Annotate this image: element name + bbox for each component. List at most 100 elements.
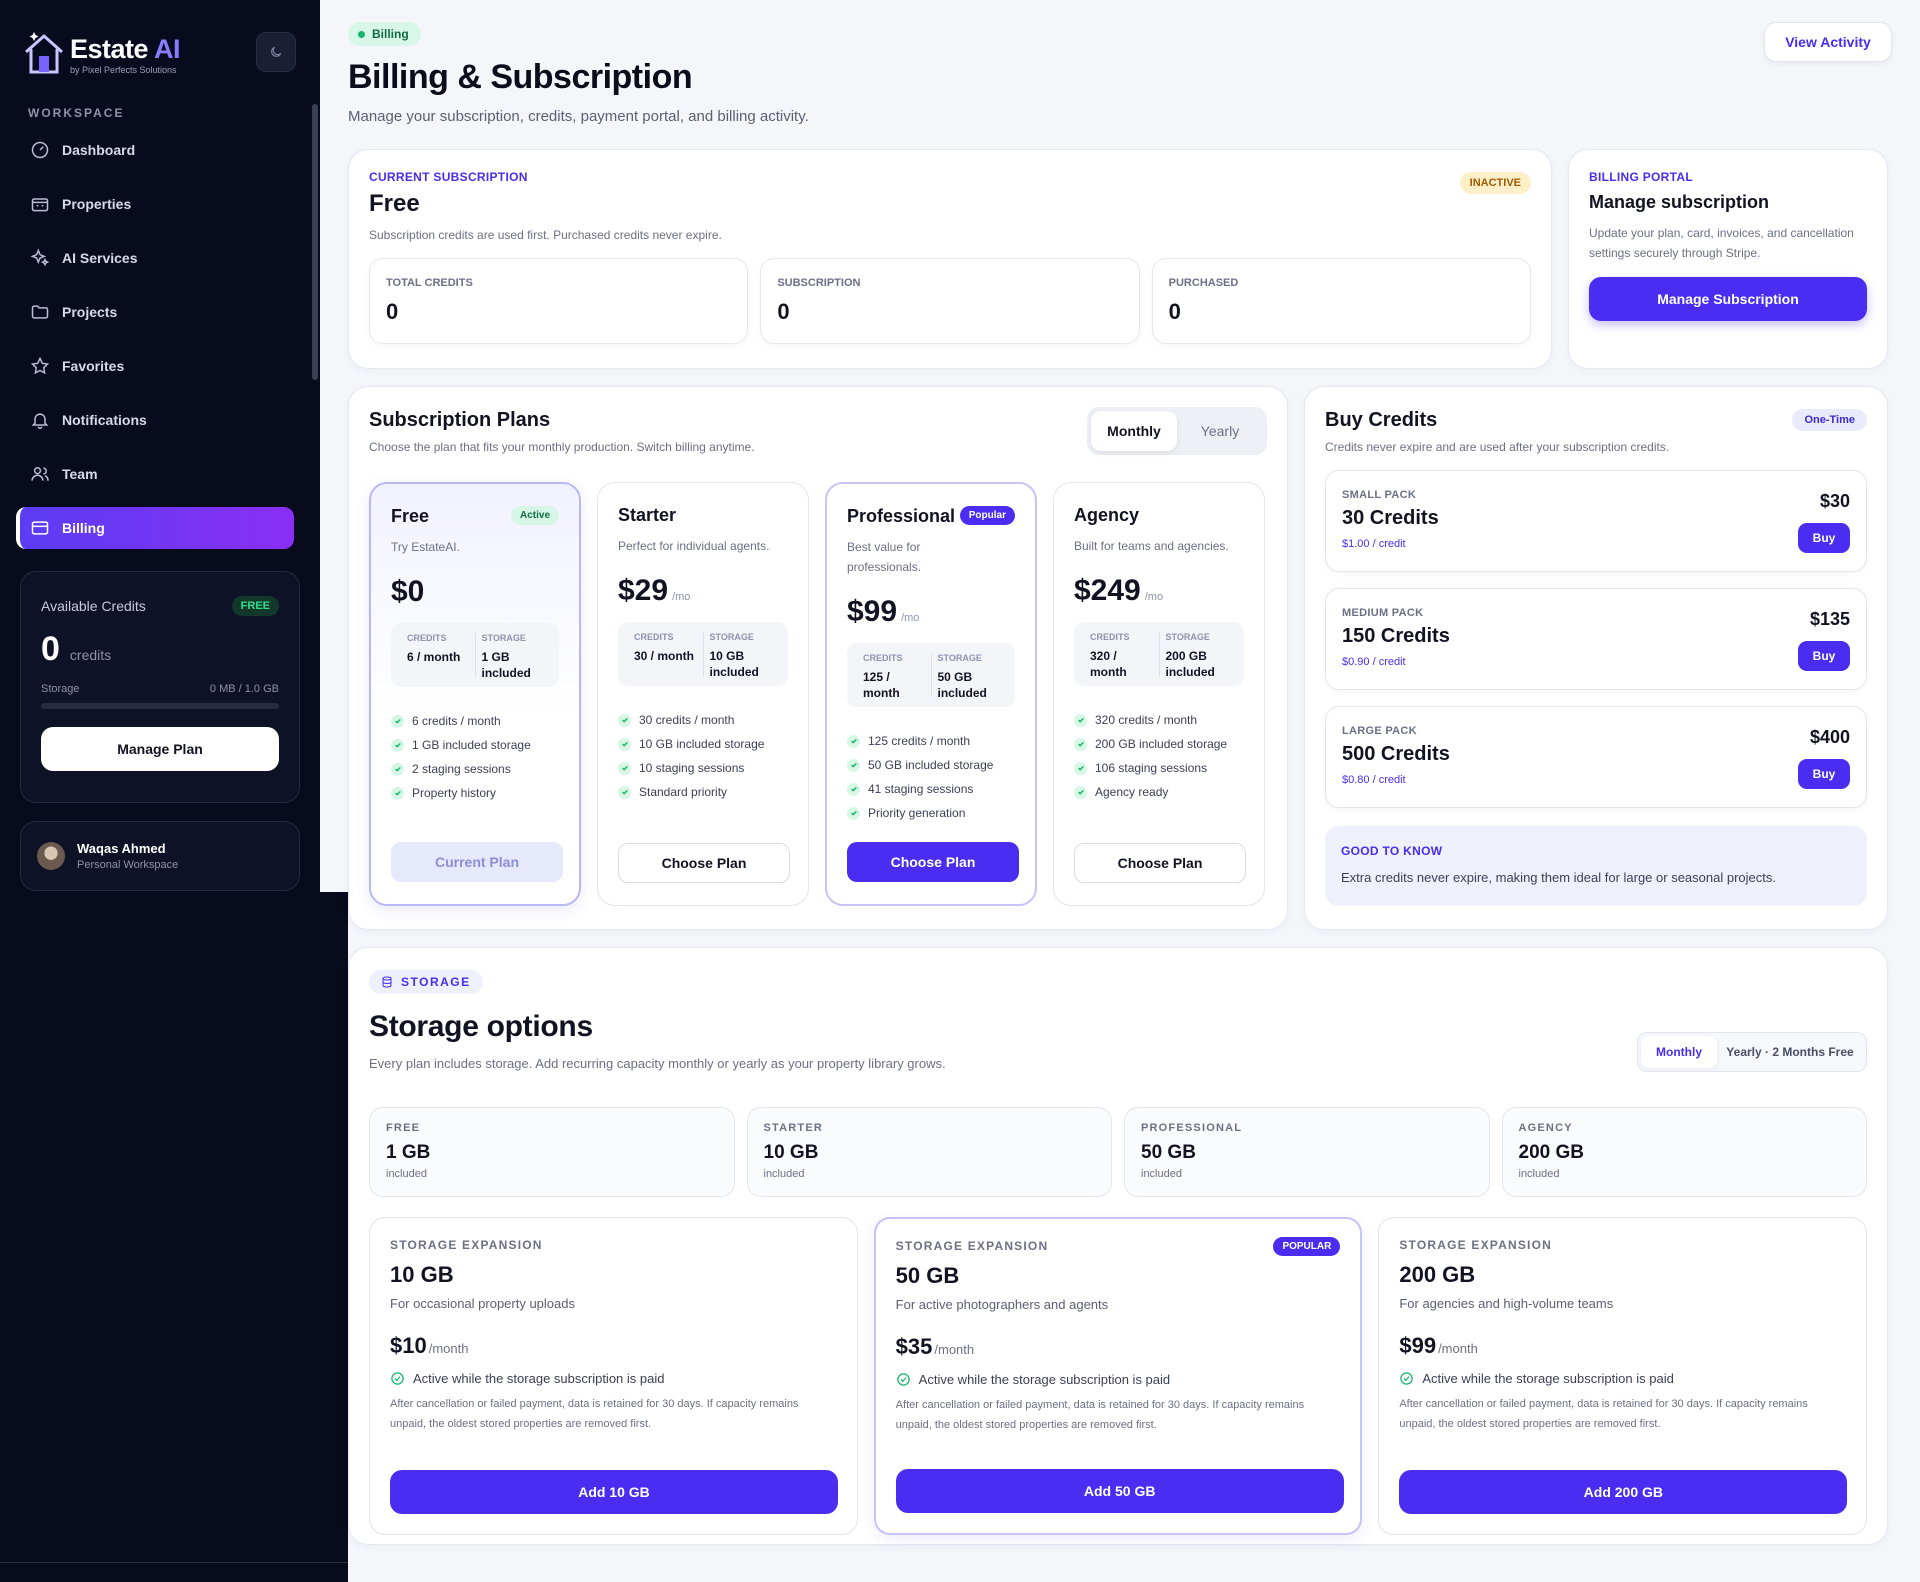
plan-period: /mo (901, 612, 920, 624)
storage-tier-free: FREE 1 GB included (369, 1107, 735, 1197)
pack-label: MEDIUM PACK (1342, 607, 1424, 619)
sidebar-item-label: Projects (62, 304, 118, 320)
nav-clip (0, 551, 320, 556)
check-icon (391, 738, 404, 752)
manage-subscription-button[interactable]: Manage Subscription (1589, 277, 1867, 321)
folder-icon (30, 302, 50, 322)
plan-storage: 50 GB included (937, 670, 987, 700)
current-plan-button[interactable]: Current Plan (391, 842, 563, 882)
add-storage-button[interactable]: Add 10 GB (390, 1470, 838, 1514)
buy-credits-card: Buy Credits One-Time Credits never expir… (1304, 386, 1888, 930)
user-name: Waqas Ahmed (77, 841, 166, 856)
bell-icon (30, 410, 50, 430)
plan-features: 125 credits / month 50 GB included stora… (847, 729, 1015, 825)
add-storage-button[interactable]: Add 50 GB (895, 1469, 1344, 1513)
stat-total-credits: TOTAL CREDITS 0 (369, 258, 749, 344)
sidebar-item-billing[interactable]: Billing (16, 507, 294, 549)
sidebar-item-properties[interactable]: Properties (16, 183, 294, 225)
choose-plan-button[interactable]: Choose Plan (1074, 843, 1246, 883)
toggle-monthly[interactable]: Monthly (1091, 411, 1177, 451)
storage-label: Storage (41, 683, 80, 695)
plan-card-starter: Starter Perfect for individual agents. $… (597, 482, 809, 906)
avatar (37, 842, 65, 870)
plan-storage: 10 GB included (709, 649, 759, 679)
feature-text: 125 credits / month (868, 734, 971, 748)
expansion-price: $35 (895, 1334, 933, 1359)
tier-value: 200 GB (1518, 1142, 1584, 1163)
buy-button[interactable]: Buy (1798, 641, 1850, 671)
buy-credits-title: Buy Credits (1325, 409, 1438, 431)
storage-progress-bar (41, 703, 279, 709)
check-icon (618, 785, 631, 799)
sidebar-scrollbar[interactable] (312, 104, 318, 380)
list-item: 41 staging sessions (847, 777, 1015, 801)
page-title: Billing & Subscription (348, 58, 693, 96)
popular-badge: POPULAR (1273, 1237, 1341, 1256)
stat-value: 0 (386, 299, 399, 324)
sidebar-item-label: Billing (62, 520, 105, 536)
storage-toggle-monthly[interactable]: Monthly (1641, 1036, 1717, 1068)
sidebar-item-projects[interactable]: Projects (16, 291, 294, 333)
sidebar-item-team[interactable]: Team (16, 453, 294, 495)
list-item: Agency ready (1074, 780, 1244, 804)
tier-sub: included (386, 1168, 427, 1180)
theme-toggle-button[interactable] (256, 32, 296, 72)
plan-credits: 30 / month (634, 649, 695, 663)
tier-label: AGENCY (1518, 1122, 1573, 1134)
stat-label: TOTAL CREDITS (386, 277, 473, 289)
feature-text: 2 staging sessions (412, 762, 511, 776)
tier-value: 1 GB (386, 1142, 431, 1163)
add-storage-button[interactable]: Add 200 GB (1399, 1470, 1848, 1514)
sidebar-item-ai-services[interactable]: AI Services (16, 237, 294, 279)
plan-summary: CREDITS 320 / month STORAGE 200 GB include… (1074, 622, 1244, 686)
sidebar-item-favorites[interactable]: Favorites (16, 345, 294, 387)
tier-value: 50 GB (1141, 1142, 1196, 1163)
sidebar-item-label: AI Services (62, 250, 138, 266)
sidebar-item-notifications[interactable]: Notifications (16, 399, 294, 441)
buy-button[interactable]: Buy (1798, 523, 1850, 553)
pack-per-credit: $1.00 / credit (1342, 538, 1406, 550)
buy-button[interactable]: Buy (1798, 759, 1850, 789)
feature-text: 6 credits / month (412, 714, 501, 728)
billing-pill-label: Billing (372, 27, 409, 41)
expansion-size: 200 GB (1399, 1262, 1476, 1287)
view-activity-button[interactable]: View Activity (1764, 22, 1892, 62)
check-icon (1074, 785, 1087, 799)
user-profile-card[interactable]: Waqas Ahmed Personal Workspace (20, 821, 300, 891)
subscription-plans-card: Subscription Plans Choose the plan that … (348, 386, 1288, 930)
feature-text: 1 GB included storage (412, 738, 531, 752)
list-item: 50 GB included storage (847, 753, 1015, 777)
stat-label: SUBSCRIPTION (777, 277, 861, 289)
users-icon (30, 464, 50, 484)
active-note-text: Active while the storage subscription is… (413, 1371, 665, 1386)
feature-text: 320 credits / month (1095, 713, 1198, 727)
current-subscription-eyebrow: CURRENT SUBSCRIPTION (369, 170, 528, 184)
feature-text: 200 GB included storage (1095, 737, 1228, 751)
credit-pack-medium: MEDIUM PACK 150 Credits $0.90 / credit $… (1325, 588, 1867, 690)
billing-period-toggle: Monthly Yearly (1087, 407, 1267, 455)
good-to-know-title: GOOD TO KNOW (1341, 844, 1443, 858)
choose-plan-button[interactable]: Choose Plan (847, 842, 1019, 882)
toggle-yearly[interactable]: Yearly (1177, 411, 1263, 451)
credits-unit: credits (69, 647, 112, 663)
brand-logo[interactable]: Estate AI by Pixel Perfects Solutions (22, 28, 181, 76)
expansion-desc: For agencies and high-volume teams (1399, 1296, 1614, 1311)
sidebar-nav: Dashboard Properties AI Services Project… (16, 129, 294, 561)
plan-credits: 125 / month (863, 670, 900, 700)
feature-text: Property history (412, 786, 497, 800)
list-item: Priority generation (847, 801, 1015, 825)
tier-sub: included (1518, 1168, 1560, 1180)
list-item: 2 staging sessions (391, 757, 559, 781)
dashboard-gauge-icon (30, 140, 50, 160)
manage-plan-button[interactable]: Manage Plan (41, 727, 279, 771)
billing-portal-eyebrow: BILLING PORTAL (1589, 170, 1693, 184)
choose-plan-button[interactable]: Choose Plan (618, 843, 790, 883)
brand-name-accent: AI (154, 34, 181, 64)
storage-toggle-yearly[interactable]: Yearly · 2 Months Free (1717, 1036, 1863, 1068)
list-item: 10 GB included storage (618, 732, 788, 756)
plan-storage: 1 GB included (481, 650, 531, 680)
sidebar-item-dashboard[interactable]: Dashboard (16, 129, 294, 171)
plan-name: Agency (1074, 505, 1140, 525)
storage-expansion-50gb: STORAGE EXPANSION POPULAR 50 GB For acti… (873, 1217, 1363, 1535)
content-background (320, 0, 348, 892)
